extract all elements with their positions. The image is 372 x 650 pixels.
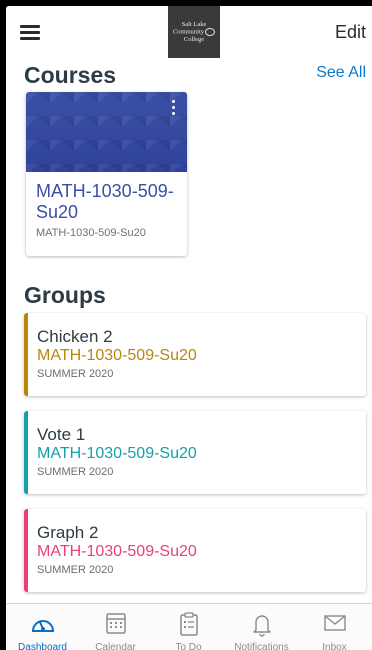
tab-label: To Do [175,642,202,650]
dashboard-icon [31,620,54,632]
todo-icon [179,612,198,636]
group-color-bar [24,411,28,494]
logo-line: Community [168,28,220,36]
tab-dashboard[interactable]: Dashboard [6,604,79,650]
hamburger-menu-icon[interactable] [20,23,44,43]
group-color-bar [24,509,28,592]
tab-calendar[interactable]: Calendar [79,604,152,650]
group-course: MATH-1030-509-Su20 [37,347,197,364]
groups-heading: Groups [24,282,106,308]
group-term: SUMMER 2020 [37,368,114,380]
dashboard-screen: Salt Lake Community College Edit Courses… [6,6,372,650]
tab-inbox[interactable]: Inbox [298,604,371,650]
group-color-bar [24,313,28,396]
college-logo: Salt Lake Community College [168,6,220,58]
tab-label: Dashboard [18,642,67,650]
group-course: MATH-1030-509-Su20 [37,543,197,560]
tab-label: Calendar [95,642,136,650]
bottom-tab-bar: Dashboard Calendar To Do Notifications I… [6,603,372,650]
tab-notifications[interactable]: Notifications [225,604,298,650]
group-card[interactable]: Vote 1 MATH-1030-509-Su20 SUMMER 2020 [24,411,366,494]
tab-label: Inbox [322,642,347,650]
course-card[interactable]: MATH-1030-509-Su20 MATH-1030-509-Su20 [26,92,187,256]
group-card[interactable]: Chicken 2 MATH-1030-509-Su20 SUMMER 2020 [24,313,366,396]
group-term: SUMMER 2020 [37,564,114,576]
logo-line: College [183,36,205,43]
tab-label: Notifications [234,642,289,650]
courses-heading: Courses [24,62,117,88]
course-image [26,92,187,172]
edit-button[interactable]: Edit [335,22,366,43]
group-name: Graph 2 [37,523,99,542]
tab-todo[interactable]: To Do [152,604,225,650]
see-all-courses-link[interactable]: See All [316,64,366,82]
group-name: Vote 1 [37,425,86,444]
logo-line: Salt Lake [181,21,207,28]
bell-icon [252,615,271,637]
more-options-icon[interactable] [169,100,177,118]
top-bar: Salt Lake Community College Edit [6,6,372,58]
group-name: Chicken 2 [37,327,113,346]
calendar-icon [105,613,126,634]
course-code: MATH-1030-509-Su20 [36,227,146,239]
mail-icon [323,615,346,631]
group-term: SUMMER 2020 [37,466,114,478]
group-course: MATH-1030-509-Su20 [37,445,197,462]
course-name: MATH-1030-509-Su20 [36,181,174,222]
group-card[interactable]: Graph 2 MATH-1030-509-Su20 SUMMER 2020 [24,509,366,592]
